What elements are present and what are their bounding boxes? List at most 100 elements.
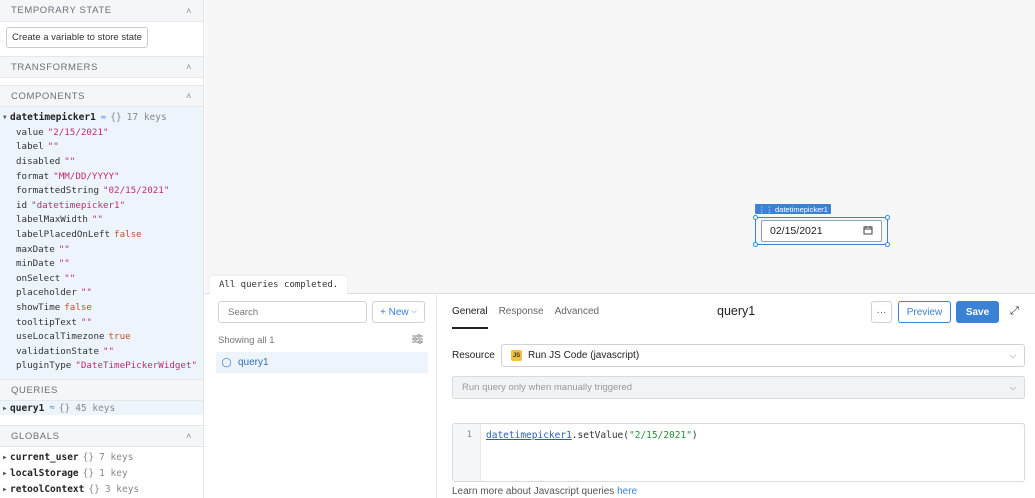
app-canvas[interactable] [205,0,1035,294]
property-value: true [108,331,131,343]
property-row[interactable]: onSelect "" [0,271,203,286]
property-key: showTime [16,301,61,313]
property-value: "2/15/2021" [47,126,109,138]
tab-advanced[interactable]: Advanced [555,295,599,329]
tree-item-global[interactable]: ▶ retoolContext{} 3 keys [0,481,203,497]
brace-icon: {} [82,451,95,463]
temporary-state-title: TEMPORARY STATE [11,5,112,16]
tree-item-global[interactable]: ▶ localStorage{} 1 key [0,465,203,481]
chevron-up-icon[interactable]: ˄ [186,6,192,16]
property-key: validationState [16,345,99,357]
tree-item-global[interactable]: ▶ current_user{} 7 keys [0,449,203,465]
tree-item-datetimepicker1[interactable]: ▼ datetimepicker1 ≈ {} 17 keys [0,110,203,125]
trigger-value: Run query only when manually triggered [462,382,633,393]
property-row[interactable]: formattedString "02/15/2021" [0,183,203,198]
resource-select[interactable]: JS Run JS Code (javascript) ⌵ [501,344,1025,367]
calendar-icon[interactable] [863,225,873,238]
caret-right-icon[interactable]: ▶ [3,454,10,461]
brace-icon: {} [58,402,71,414]
chevron-up-icon[interactable]: ˄ [186,431,192,441]
more-options-button[interactable]: ··· [871,301,892,323]
resize-handle[interactable] [885,242,890,247]
tab-general[interactable]: General [452,295,488,329]
property-row[interactable]: tooltipText "" [0,315,203,330]
temporary-state-header[interactable]: TEMPORARY STATE ˄ [0,0,203,22]
globals-title: GLOBALS [11,430,60,442]
preview-button[interactable]: Preview [898,301,951,323]
caret-right-icon[interactable]: ▶ [3,405,10,412]
caret-right-icon[interactable]: ▶ [3,486,10,493]
property-key: labelMaxWidth [16,214,88,226]
property-row[interactable]: id "datetimepicker1" [0,198,203,213]
widget-name-tag[interactable]: ⋮⋮ datetimepicker1 [755,204,831,214]
caret-down-icon[interactable]: ▼ [3,114,10,121]
property-row[interactable]: disabled "" [0,154,203,169]
line-number: 1 [453,424,481,481]
components-header[interactable]: COMPONENTS ˄ [0,85,203,107]
property-key: tooltipText [16,316,77,328]
property-value: false [114,228,142,240]
property-value: false [64,301,92,313]
code-line[interactable]: datetimepicker1.setValue("2/15/2021") [486,430,698,441]
property-row[interactable]: maxDate "" [0,242,203,257]
js-icon: JS [511,350,522,361]
property-row[interactable]: validationState "" [0,344,203,359]
drag-icon[interactable]: ⋮⋮ [758,205,773,214]
tree-item-name: retoolContext [10,483,85,495]
new-query-label: + New [380,306,409,318]
property-value: "" [64,155,76,167]
property-row[interactable]: format "MM/DD/YYYY" [0,169,203,184]
queries-header[interactable]: QUERIES [0,379,203,402]
tree-item-name: localStorage [10,467,79,479]
property-key: useLocalTimezone [16,331,105,343]
code-editor[interactable]: 1 datetimepicker1.setValue("2/15/2021") [452,423,1025,482]
chevron-up-icon[interactable]: ˄ [186,91,192,101]
globals-header[interactable]: GLOBALS ˄ [0,425,203,448]
caret-right-icon[interactable]: ▶ [3,470,10,477]
property-row[interactable]: labelMaxWidth "" [0,213,203,228]
property-value: "" [102,345,115,357]
create-variable-button[interactable]: Create a variable to store state [6,27,148,48]
resize-handle[interactable] [753,242,758,247]
property-key: onSelect [16,272,61,284]
status-toast: All queries completed. [210,276,348,294]
resource-value: Run JS Code (javascript) [528,350,640,361]
property-row[interactable]: value "2/15/2021" [0,125,203,140]
broadcast-icon: ≈ [100,112,107,123]
property-row[interactable]: useLocalTimezone true [0,329,203,344]
property-row[interactable]: showTime false [0,300,203,315]
expand-icon[interactable]: ⤢ [1010,305,1019,318]
dropdown-icon: ⌵ [1009,350,1016,360]
state-panel: TEMPORARY STATE ˄ Create a variable to s… [0,0,204,498]
tab-response[interactable]: Response [499,295,544,329]
query-list-item[interactable]: ◯ query1 [216,352,428,373]
query-count-label: Showing all 1 [218,335,275,346]
tree-item-name: query1 [10,402,45,414]
trigger-select[interactable]: Run query only when manually triggered ⌵ [452,376,1025,399]
property-row[interactable]: placeholder "" [0,286,203,301]
property-value: "" [58,258,70,270]
query-search-input[interactable] [218,301,367,323]
filter-icon[interactable] [412,334,423,347]
resource-label: Resource [452,350,495,361]
tree-item-query1[interactable]: ▶ query1 ≈ {} 45 keys [0,401,203,415]
learn-more-link[interactable]: here [617,486,637,497]
query-title[interactable]: query1 [717,304,755,318]
save-button[interactable]: Save [956,301,999,323]
chevron-down-icon: ⌵ [411,308,417,315]
property-row[interactable]: labelPlacedOnLeft false [0,227,203,242]
property-row[interactable]: pluginType "DateTimePickerWidget" [0,359,203,374]
property-key: disabled [16,155,61,167]
transformers-header[interactable]: TRANSFORMERS ˄ [0,56,203,78]
resize-handle[interactable] [753,215,758,220]
property-row[interactable]: label "" [0,140,203,155]
new-query-button[interactable]: + New ⌵ [372,301,425,323]
date-picker-input[interactable]: 02/15/2021 [761,220,882,242]
chevron-up-icon[interactable]: ˄ [186,62,192,72]
resize-handle[interactable] [885,215,890,220]
transformers-title: TRANSFORMERS [11,61,98,73]
property-value: "MM/DD/YYYY" [53,170,120,182]
key-count: 3 keys [104,483,140,495]
property-key: placeholder [16,287,77,299]
property-row[interactable]: minDate "" [0,256,203,271]
